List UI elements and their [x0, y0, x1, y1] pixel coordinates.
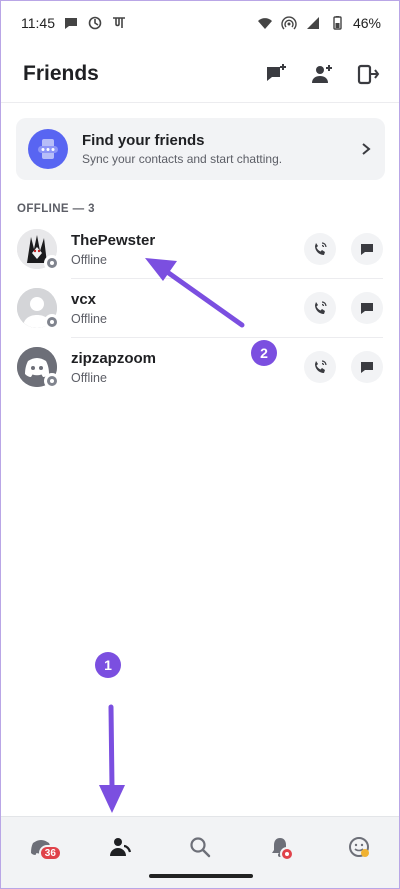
new-message-icon: [267, 63, 286, 81]
app-header: Friends: [1, 45, 399, 103]
nav-profile[interactable]: [339, 831, 379, 863]
offline-section-header: OFFLINE — 3: [17, 203, 95, 215]
battery-icon: [329, 15, 345, 31]
add-friend-button[interactable]: [309, 61, 335, 87]
friend-status: Offline: [71, 370, 107, 385]
message-icon: [361, 303, 373, 314]
friends-icon: [110, 838, 132, 856]
offline-status-indicator: [44, 373, 60, 389]
offline-status-indicator: [44, 255, 60, 271]
call-button[interactable]: [304, 351, 336, 383]
signal-icon: [305, 15, 321, 31]
nav-servers[interactable]: 36: [21, 831, 62, 863]
friend-name: vcx: [71, 290, 97, 308]
call-button[interactable]: [304, 233, 336, 265]
message-icon: [361, 362, 373, 373]
exit-icon: [357, 64, 380, 84]
phone-call-icon: [315, 242, 327, 255]
unread-count-badge: 36: [38, 845, 62, 861]
offline-status-indicator: [44, 314, 60, 330]
divider: [71, 337, 383, 338]
annotation-badge-2: 2: [251, 340, 277, 366]
message-button[interactable]: [351, 292, 383, 324]
chevron-right-icon: [362, 143, 371, 155]
message-button[interactable]: [351, 233, 383, 265]
chat-bubble-icon: [63, 15, 79, 31]
divider: [71, 278, 383, 279]
find-friends-subtitle: Sync your contacts and start chatting.: [82, 152, 283, 166]
annotation-badge-1: 1: [95, 652, 121, 678]
phone-call-icon: [315, 301, 327, 314]
phone-call-icon: [315, 360, 327, 373]
annotation-arrow-1: [99, 704, 125, 813]
battery-percent: 46%: [352, 15, 381, 31]
friend-status: Offline: [71, 252, 107, 267]
vpn-icon: [87, 15, 103, 31]
call-button[interactable]: [304, 292, 336, 324]
find-friends-card[interactable]: Find your friends Sync your contacts and…: [16, 118, 385, 180]
message-icon: [361, 244, 373, 255]
friend-row[interactable]: zipzapzoom Offline: [17, 339, 383, 395]
notification-dot: [279, 847, 294, 861]
new-message-button[interactable]: [263, 61, 289, 87]
friend-row[interactable]: ThePewster Offline: [17, 221, 383, 279]
status-bar: 11:45 46%: [1, 1, 399, 45]
wifi-icon: [257, 15, 273, 31]
friend-row[interactable]: vcx Offline: [17, 280, 383, 338]
home-indicator: [149, 874, 253, 878]
message-button[interactable]: [351, 351, 383, 383]
add-friend-icon: [312, 64, 332, 83]
exit-button[interactable]: [355, 61, 381, 87]
contacts-sync-icon: [28, 129, 68, 169]
page-title: Friends: [23, 61, 99, 85]
search-icon: [190, 837, 211, 858]
friend-status: Offline: [71, 311, 107, 326]
nav-search[interactable]: [180, 831, 220, 863]
nav-notifications[interactable]: [260, 831, 300, 863]
status-time: 11:45: [21, 15, 55, 31]
find-friends-title: Find your friends: [82, 132, 205, 149]
nav-friends[interactable]: [100, 831, 140, 863]
devanagari-pe-icon: [111, 15, 127, 31]
hotspot-icon: [281, 15, 297, 31]
friend-name: ThePewster: [71, 231, 156, 249]
